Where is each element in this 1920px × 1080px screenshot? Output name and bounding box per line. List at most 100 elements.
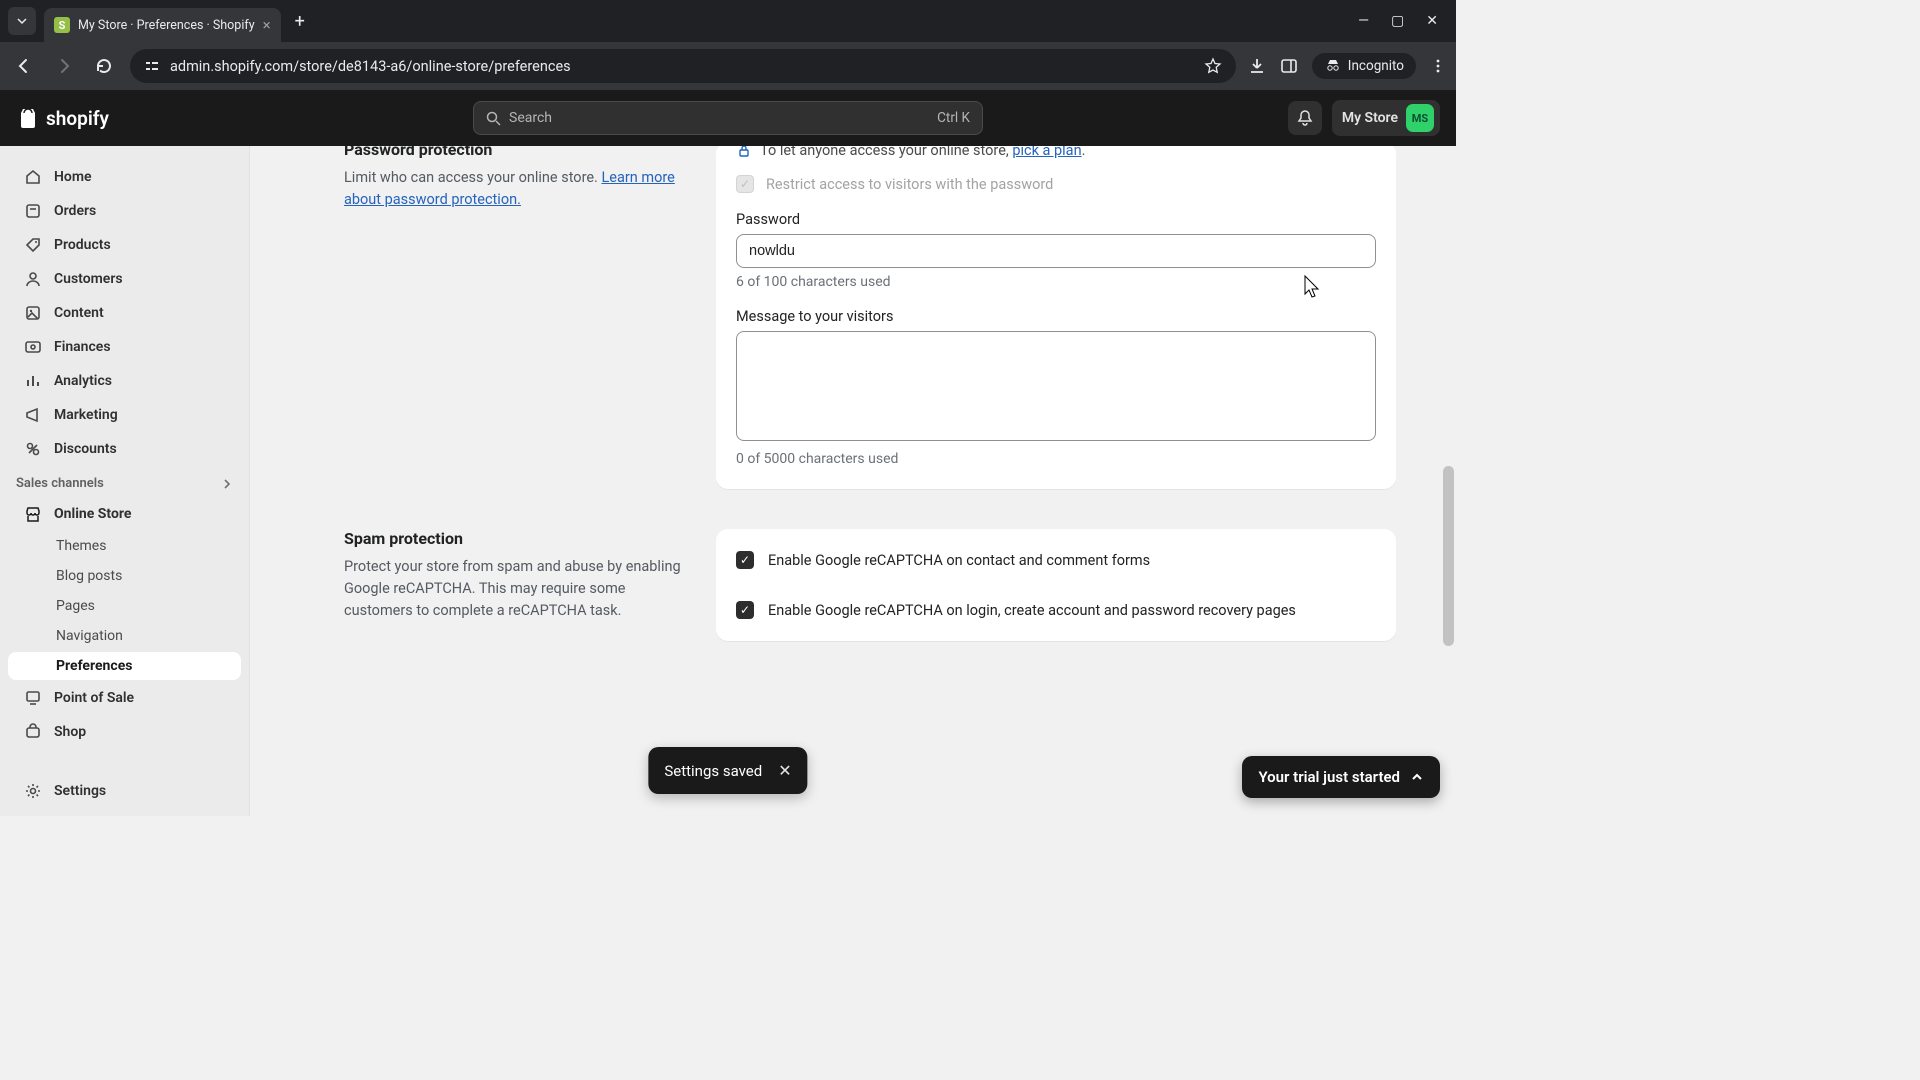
checkbox-checked-icon: ✓ — [736, 601, 754, 619]
scrollbar[interactable] — [1441, 146, 1456, 816]
tab-title: My Store · Preferences · Shopify — [78, 18, 255, 33]
nav-content[interactable]: Content — [8, 297, 241, 329]
incognito-badge[interactable]: Incognito — [1312, 53, 1416, 79]
downloads-icon[interactable] — [1248, 57, 1266, 75]
nav-finances[interactable]: Finances — [8, 331, 241, 363]
nav-point-of-sale[interactable]: Point of Sale — [8, 682, 241, 714]
chevron-up-icon — [1410, 770, 1424, 784]
pick-plan-banner: To let anyone access your online store, … — [736, 146, 1376, 165]
shopify-brand-text: shopify — [46, 107, 109, 130]
browser-tab[interactable]: S My Store · Preferences · Shopify × — [44, 8, 281, 42]
nav-label: Settings — [54, 783, 106, 799]
password-section-title: Password protection — [344, 146, 696, 159]
message-helper: 0 of 5000 characters used — [736, 451, 1376, 467]
shopify-bag-icon — [16, 106, 40, 130]
nav-home[interactable]: Home — [8, 161, 241, 193]
restrict-label: Restrict access to visitors with the pas… — [766, 176, 1053, 193]
recaptcha-contact-checkbox[interactable]: ✓ Enable Google reCAPTCHA on contact and… — [736, 547, 1376, 573]
nav-label: Analytics — [54, 373, 112, 389]
settings-saved-toast: Settings saved ✕ — [648, 747, 807, 794]
nav-label: Content — [54, 305, 104, 321]
banner-text: To let anyone access your online store, — [760, 146, 1012, 159]
message-textarea[interactable] — [736, 331, 1376, 441]
reload-button[interactable] — [90, 52, 118, 80]
url-text: admin.shopify.com/store/de8143-a6/online… — [170, 58, 1194, 75]
window-close-icon[interactable]: ✕ — [1426, 13, 1438, 29]
toast-close-icon[interactable]: ✕ — [778, 761, 791, 780]
main-content: Password protection Limit who can access… — [250, 146, 1456, 816]
subnav-label: Pages — [56, 598, 95, 614]
section-header-label: Sales channels — [16, 476, 104, 491]
password-label: Password — [736, 211, 1376, 228]
chevron-right-icon[interactable] — [221, 478, 233, 490]
close-tab-icon[interactable]: × — [263, 16, 271, 34]
window-minimize-icon[interactable]: — — [1358, 13, 1369, 29]
bookmark-star-icon[interactable] — [1204, 57, 1222, 75]
incognito-label: Incognito — [1348, 58, 1404, 74]
tab-search-button[interactable] — [8, 7, 36, 35]
nav-products[interactable]: Products — [8, 229, 241, 261]
site-settings-icon[interactable] — [144, 58, 160, 74]
incognito-icon — [1324, 57, 1342, 75]
nav-label: Online Store — [54, 506, 131, 522]
nav-shop[interactable]: Shop — [8, 716, 241, 748]
trial-banner[interactable]: Your trial just started — [1242, 756, 1440, 798]
password-section-desc: Limit who can access your online store. … — [344, 167, 696, 211]
store-name: My Store — [1342, 110, 1398, 126]
password-helper: 6 of 100 characters used — [736, 274, 1376, 290]
nav-orders[interactable]: Orders — [8, 195, 241, 227]
subnav-themes[interactable]: Themes — [8, 532, 241, 560]
lock-icon — [736, 146, 752, 159]
subnav-navigation[interactable]: Navigation — [8, 622, 241, 650]
search-placeholder: Search — [509, 110, 552, 126]
subnav-pages[interactable]: Pages — [8, 592, 241, 620]
password-input[interactable] — [736, 234, 1376, 268]
forward-button[interactable] — [50, 52, 78, 80]
nav-analytics[interactable]: Analytics — [8, 365, 241, 397]
nav-label: Marketing — [54, 407, 118, 423]
subnav-blog-posts[interactable]: Blog posts — [8, 562, 241, 590]
window-maximize-icon[interactable]: ▢ — [1391, 13, 1404, 29]
search-icon — [486, 111, 501, 126]
store-avatar: MS — [1406, 104, 1434, 132]
nav-label: Customers — [54, 271, 123, 287]
message-label: Message to your visitors — [736, 308, 1376, 325]
nav-label: Shop — [54, 724, 86, 740]
restrict-access-checkbox: ✓ Restrict access to visitors with the p… — [736, 165, 1376, 211]
nav-label: Orders — [54, 203, 96, 219]
browser-toolbar: admin.shopify.com/store/de8143-a6/online… — [0, 42, 1456, 90]
nav-marketing[interactable]: Marketing — [8, 399, 241, 431]
browser-tab-strip: S My Store · Preferences · Shopify × + —… — [0, 0, 1456, 42]
subnav-preferences[interactable]: Preferences — [8, 652, 241, 680]
chrome-menu-icon[interactable] — [1430, 58, 1446, 74]
side-panel-icon[interactable] — [1280, 57, 1298, 75]
banner-suffix: . — [1082, 146, 1086, 159]
nav-settings[interactable]: Settings — [8, 775, 241, 807]
nav-customers[interactable]: Customers — [8, 263, 241, 295]
subnav-label: Navigation — [56, 628, 123, 644]
password-card: To let anyone access your online store, … — [716, 146, 1396, 489]
scrollbar-thumb[interactable] — [1443, 466, 1454, 646]
global-search[interactable]: Search Ctrl K — [473, 101, 983, 135]
nav-discounts[interactable]: Discounts — [8, 433, 241, 465]
checkbox-disabled-icon: ✓ — [736, 175, 754, 193]
desc-text: Limit who can access your online store. — [344, 169, 601, 186]
sales-channels-header: Sales channels — [0, 466, 249, 497]
nav-label: Discounts — [54, 441, 117, 457]
address-bar[interactable]: admin.shopify.com/store/de8143-a6/online… — [130, 49, 1236, 83]
check-label: Enable Google reCAPTCHA on login, create… — [768, 602, 1296, 619]
spam-section-desc: Protect your store from spam and abuse b… — [344, 556, 696, 621]
new-tab-button[interactable]: + — [289, 11, 311, 32]
notifications-button[interactable] — [1288, 101, 1322, 135]
nav-online-store[interactable]: Online Store — [8, 498, 241, 530]
admin-sidebar: Home Orders Products Customers Content F… — [0, 146, 250, 816]
spam-section-title: Spam protection — [344, 529, 696, 548]
subnav-label: Preferences — [56, 658, 132, 674]
shopify-logo[interactable]: shopify — [16, 106, 109, 130]
checkbox-checked-icon: ✓ — [736, 551, 754, 569]
pick-plan-link[interactable]: pick a plan — [1012, 146, 1081, 159]
nav-label: Products — [54, 237, 111, 253]
store-switcher[interactable]: My Store MS — [1332, 100, 1440, 136]
recaptcha-login-checkbox[interactable]: ✓ Enable Google reCAPTCHA on login, crea… — [736, 597, 1376, 623]
back-button[interactable] — [10, 52, 38, 80]
